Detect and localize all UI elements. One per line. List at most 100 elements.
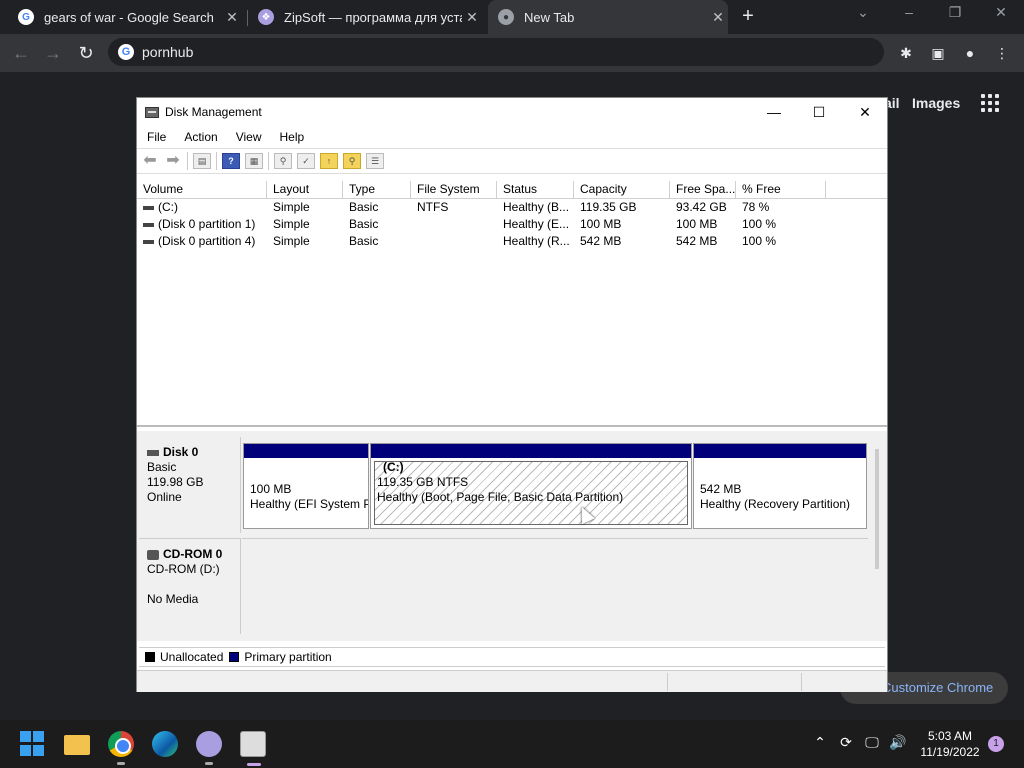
cell-free-space: 100 MB [676, 217, 718, 231]
extensions-icon[interactable]: ✱ [896, 43, 916, 63]
connect-icon[interactable]: ⚲ [274, 153, 292, 169]
sync-icon[interactable]: ⟳ [836, 734, 856, 751]
toolbar-separator [268, 152, 269, 170]
menu-help[interactable]: Help [280, 130, 305, 144]
column-file-system[interactable]: File System [411, 181, 497, 198]
disk-graph-pane: Disk 0 Basic 119.98 GB Online 100 MB Hea… [137, 431, 887, 641]
disk-0-label[interactable]: Disk 0 Basic 119.98 GB Online [139, 437, 241, 533]
help-icon[interactable]: ? [222, 153, 240, 169]
cell-status: Healthy (E... [503, 217, 570, 231]
file-explorer-button[interactable] [64, 731, 90, 757]
tab-new-tab[interactable]: ● New Tab ✕ [488, 0, 728, 34]
column-free-space[interactable]: Free Spa... [670, 181, 736, 198]
table-row[interactable]: (C:) Simple Basic NTFS Healthy (B... 119… [137, 199, 887, 216]
menu-view[interactable]: View [236, 130, 262, 144]
cell-free-space: 542 MB [676, 234, 718, 248]
cdrom-icon [147, 549, 159, 560]
reload-icon[interactable]: ↻ [75, 42, 97, 64]
table-row[interactable]: (Disk 0 partition 1) Simple Basic Health… [137, 216, 887, 233]
legend-unallocated: Unallocated [160, 650, 224, 664]
partition-size: 542 MB [700, 482, 742, 496]
menu-file[interactable]: File [147, 130, 166, 144]
profile-icon[interactable]: ● [960, 43, 980, 63]
images-link[interactable]: Images [912, 95, 960, 111]
folder-up-icon[interactable]: ↑ [320, 153, 338, 169]
close-icon[interactable]: ✕ [462, 9, 482, 26]
tab-title: ZipSoft — программа для установки [284, 9, 462, 25]
back-icon[interactable]: ⬅ [141, 153, 159, 169]
toolbar: ⬅ ➡ ▤ ? ▦ ⚲ ✓ ↑ ⚲ ☰ [137, 148, 887, 174]
partition-name: (C:) [383, 460, 404, 474]
edge-button[interactable] [152, 731, 178, 757]
chevron-up-icon[interactable]: ⌃ [810, 734, 830, 751]
restore-icon[interactable]: ❐ [943, 4, 967, 21]
close-icon[interactable]: ✕ [850, 100, 880, 124]
check-icon[interactable]: ✓ [297, 153, 315, 169]
notification-badge[interactable]: 1 [988, 736, 1004, 752]
column-status[interactable]: Status [497, 181, 574, 198]
network-icon[interactable]: 🖵 [862, 734, 882, 751]
side-panel-icon[interactable]: ▣ [928, 43, 948, 63]
search-folder-icon[interactable]: ⚲ [343, 153, 361, 169]
cell-type: Basic [349, 234, 379, 248]
google-icon: G [118, 44, 134, 60]
clock-date: 11/19/2022 [920, 745, 980, 759]
cell-percent-free: 100 % [742, 217, 777, 231]
partition-recovery[interactable]: 542 MB Healthy (Recovery Partition) [693, 443, 867, 529]
cell-volume: (C:) [137, 199, 267, 216]
partition-efi[interactable]: 100 MB Healthy (EFI System Partition) [243, 443, 369, 529]
column-type[interactable]: Type [343, 181, 411, 198]
menu-icon[interactable]: ⋮ [992, 43, 1012, 63]
close-icon[interactable]: ✕ [708, 9, 728, 26]
volume-list: Volume Layout Type File System Status Ca… [137, 181, 887, 427]
cell-layout: Simple [273, 200, 310, 214]
menu-action[interactable]: Action [184, 130, 217, 144]
menu-bar: File Action View Help [137, 126, 887, 148]
column-layout[interactable]: Layout [267, 181, 343, 198]
toolbar-separator [216, 152, 217, 170]
partition-c[interactable]: (C:) 119.35 GB NTFS Healthy (Boot, Page … [370, 443, 692, 529]
forward-icon[interactable]: → [42, 42, 64, 64]
volume-icon[interactable]: 🔊 [888, 734, 908, 751]
tab-search-icon[interactable]: ⌄ [851, 4, 875, 21]
tab-strip: G gears of war - Google Search ✕ ❖ ZipSo… [0, 0, 1024, 34]
maximize-icon[interactable]: ☐ [804, 100, 834, 124]
start-button[interactable] [20, 731, 46, 757]
cdrom-0-label[interactable]: CD-ROM 0 CD-ROM (D:) No Media [139, 538, 241, 634]
minimize-icon[interactable]: — [759, 100, 789, 124]
cell-layout: Simple [273, 234, 310, 248]
tab-google-search[interactable]: G gears of war - Google Search ✕ [18, 0, 242, 34]
address-text: pornhub [142, 44, 194, 60]
volume-list-header: Volume Layout Type File System Status Ca… [137, 181, 887, 199]
show-hide-console-icon[interactable]: ▤ [193, 153, 211, 169]
disk-icon [147, 449, 159, 456]
address-bar[interactable]: G pornhub [108, 38, 884, 66]
forward-icon[interactable]: ➡ [164, 153, 182, 169]
table-row[interactable]: (Disk 0 partition 4) Simple Basic Health… [137, 233, 887, 250]
tab-zipsoft[interactable]: ❖ ZipSoft — программа для установки ✕ [258, 0, 482, 34]
chrome-button[interactable] [108, 731, 134, 765]
column-percent-free[interactable]: % Free [736, 181, 826, 198]
clock[interactable]: 5:03 AM 11/19/2022 [916, 728, 984, 760]
column-capacity[interactable]: Capacity [574, 181, 670, 198]
running-indicator [117, 762, 125, 765]
cdrom-name: CD-ROM 0 [163, 547, 223, 561]
zipsoft-button[interactable] [196, 731, 222, 765]
properties-icon[interactable]: ☰ [366, 153, 384, 169]
new-tab-button[interactable]: + [738, 6, 758, 28]
cell-capacity: 542 MB [580, 234, 622, 248]
close-window-icon[interactable]: ✕ [989, 4, 1013, 21]
disk-management-taskbar-button[interactable] [240, 731, 266, 766]
active-indicator [247, 763, 261, 766]
close-icon[interactable]: ✕ [222, 9, 242, 26]
minimize-icon[interactable]: – [897, 4, 921, 20]
column-volume[interactable]: Volume [137, 181, 267, 198]
console-view-icon[interactable]: ▦ [245, 153, 263, 169]
partition-size: 119.35 GB NTFS [377, 475, 469, 489]
apps-grid-icon[interactable] [981, 94, 999, 112]
vertical-scrollbar[interactable] [875, 449, 879, 569]
cell-percent-free: 78 % [742, 200, 770, 214]
back-icon[interactable]: ← [10, 42, 32, 64]
cell-volume: (Disk 0 partition 4) [137, 233, 267, 250]
chrome-icon: ● [498, 9, 514, 25]
